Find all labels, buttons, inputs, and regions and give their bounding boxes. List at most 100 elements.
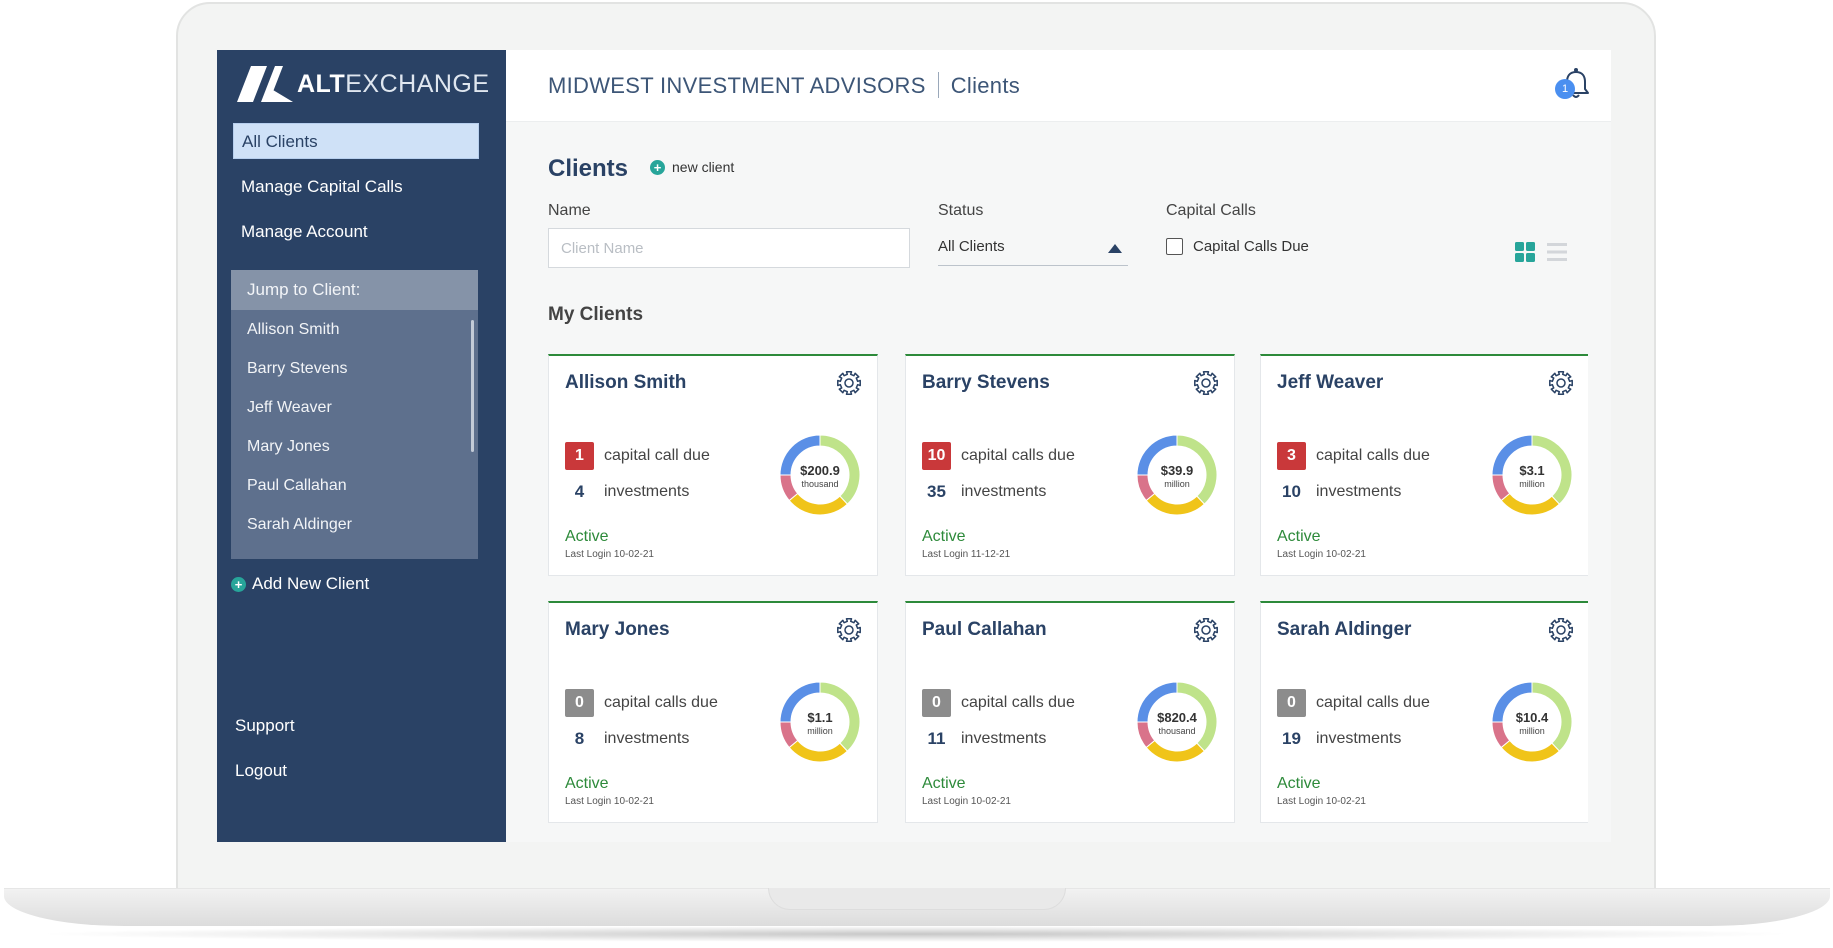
investments-row: 19 investments [1277,729,1401,749]
donut-unit: million [1519,479,1545,489]
client-name-input[interactable] [548,228,910,268]
page-title: Clients [548,155,629,182]
gear-outline [1194,371,1218,395]
client-name: Allison Smith [565,372,687,393]
capital-calls-row: 0 capital calls due [565,689,718,717]
client-cards-grid: Allison Smith 1 capital call due 4 inves… [548,354,1588,832]
my-clients-heading: My Clients [548,304,644,325]
portfolio-donut-chart: $820.4 thousand [1136,681,1218,763]
gear-icon[interactable] [1548,617,1574,643]
investments-label: investments [1316,483,1402,500]
capital-calls-label: capital call due [604,447,710,464]
jump-client-item[interactable]: Mary Jones [231,427,478,466]
donut-amount: $200.9 [800,463,840,478]
capital-calls-count-badge: 10 [922,442,951,470]
status-select-value: All Clients [938,238,1005,255]
checkbox-box[interactable] [1166,238,1183,255]
header-divider [937,72,939,98]
jump-client-item[interactable]: Sarah Aldinger [231,505,478,544]
client-card[interactable]: Jeff Weaver 3 capital calls due 10 inves… [1260,354,1588,576]
client-card[interactable]: Allison Smith 1 capital call due 4 inves… [548,354,878,576]
client-card[interactable]: Paul Callahan 0 capital calls due 11 inv… [905,601,1235,823]
nav-all-clients[interactable]: All Clients [233,123,479,159]
investments-row: 4 investments [565,482,690,502]
plus-circle-icon: + [650,159,665,175]
investments-label: investments [604,730,690,747]
capital-calls-count-badge: 3 [1277,442,1306,470]
new-client-label: new client [672,159,735,175]
plus-circle-icon: + [231,576,246,592]
donut-unit: million [1519,726,1545,736]
portfolio-donut-chart: $10.4 million [1491,681,1573,763]
gear-icon[interactable] [836,370,862,396]
donut-amount: $3.1 [1519,463,1544,478]
client-card[interactable]: Sarah Aldinger 0 capital calls due 19 in… [1260,601,1588,823]
gear-icon[interactable] [1548,370,1574,396]
client-card[interactable]: Mary Jones 0 capital calls due 8 investm… [548,601,878,823]
portfolio-donut-chart: $3.1 million [1491,434,1573,516]
jump-client-item[interactable]: Jeff Weaver [231,388,478,427]
logo-text: ALTEXCHANGE [297,70,490,99]
jump-client-item[interactable]: Barry Stevens [231,349,478,388]
client-status: Active [1277,775,1321,792]
investments-label: investments [1316,730,1402,747]
donut-unit: thousand [1158,726,1195,736]
caret-up-icon [1108,244,1122,253]
add-new-client-button[interactable]: + Add New Client [231,574,369,594]
client-name: Paul Callahan [922,619,1047,640]
investments-label: investments [961,483,1047,500]
gear-outline [1549,371,1573,395]
client-name: Jeff Weaver [1277,372,1384,393]
jump-client-item[interactable]: Paul Callahan [231,466,478,505]
client-status: Active [1277,528,1321,545]
support-link[interactable]: Support [235,716,295,736]
capital-calls-row: 0 capital calls due [922,689,1075,717]
capital-calls-label: capital calls due [1316,447,1430,464]
last-login: Last Login 11-12-21 [922,549,1011,560]
investments-label: investments [961,730,1047,747]
donut-amount: $39.9 [1161,463,1194,478]
investments-count: 11 [927,729,946,748]
capital-calls-due-checkbox[interactable]: Capital Calls Due [1166,238,1309,255]
capital-calls-row: 10 capital calls due [922,442,1075,470]
jump-client-item[interactable]: Allison Smith [231,310,478,349]
list-view-icon[interactable] [1547,242,1567,262]
donut-amount: $10.4 [1516,710,1549,725]
logout-link[interactable]: Logout [235,761,287,781]
header-title: MIDWEST INVESTMENT ADVISORS Clients [548,72,1020,99]
last-login: Last Login 10-02-21 [922,796,1011,807]
gear-outline [1194,618,1218,642]
gear-hub [1201,625,1211,635]
notifications-button[interactable]: 1 [1555,66,1595,102]
investments-label: investments [604,483,690,500]
altexchange-logo[interactable]: ALTEXCHANGE [237,66,490,102]
status-select[interactable]: All Clients [938,230,1128,266]
jump-list-scrollbar[interactable] [471,320,474,452]
client-status: Active [922,528,966,545]
logo-mark-icon [237,66,293,102]
donut-amount: $1.1 [807,710,832,725]
investments-count: 8 [574,729,585,748]
gear-icon[interactable] [1193,617,1219,643]
client-name: Barry Stevens [922,372,1050,393]
app-screen: ALTEXCHANGE All Clients Manage Capital C… [217,50,1611,842]
new-client-button[interactable]: + new client [650,159,734,175]
gear-icon[interactable] [1193,370,1219,396]
sidebar: ALTEXCHANGE All Clients Manage Capital C… [217,50,506,842]
client-card[interactable]: Barry Stevens 10 capital calls due 35 in… [905,354,1235,576]
capital-calls-due-label: Capital Calls Due [1193,238,1309,255]
gear-hub [1556,378,1566,388]
investments-row: 35 investments [922,482,1046,502]
portfolio-donut-chart: $1.1 million [779,681,861,763]
investments-count: 10 [1282,482,1301,501]
gear-icon[interactable] [836,617,862,643]
status-filter-label: Status [938,202,984,219]
gear-hub [844,378,854,388]
main-content: Clients + new client Name Status All Cli… [506,122,1611,842]
capital-calls-filter-label: Capital Calls [1166,202,1256,219]
nav-manage-capital-calls[interactable]: Manage Capital Calls [233,169,479,205]
top-header: MIDWEST INVESTMENT ADVISORS Clients 1 [506,50,1611,122]
grid-view-icon[interactable] [1515,242,1535,262]
investments-row: 8 investments [565,729,690,749]
nav-manage-account[interactable]: Manage Account [233,214,479,250]
